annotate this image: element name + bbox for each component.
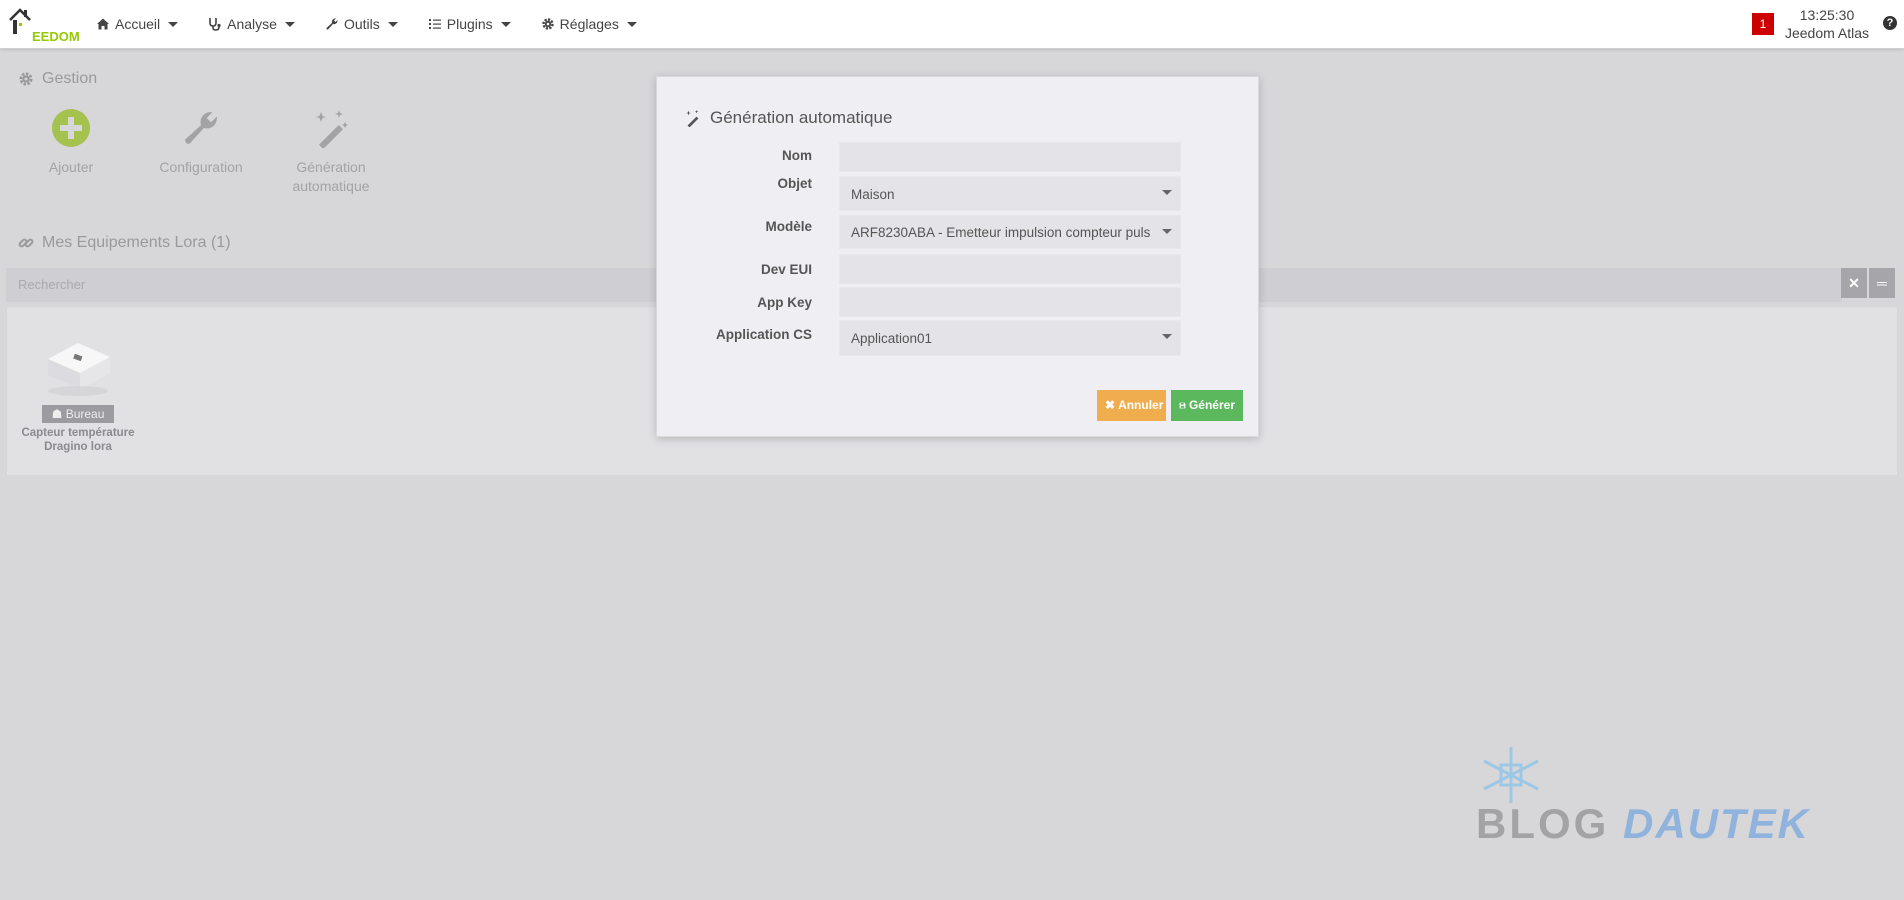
tile-ajouter[interactable]: Ajouter [16,108,126,177]
top-navbar: EEDOM Accueil Analyse Outils Plugins Rég… [0,0,1904,49]
house-logo-icon [9,8,31,34]
nom-input[interactable] [839,142,1181,172]
menu-analyse[interactable]: Analyse [208,16,295,32]
cancel-button[interactable]: ✖ Annuler [1097,390,1166,421]
equipments-header: Mes Equipements Lora (1) [18,234,231,252]
wrench-icon [185,112,217,144]
objet-label: Objet [777,176,812,191]
field-modele: Modèle ARF8230ABA - Emetteur impulsion c… [657,215,1258,249]
current-time: 13:25:30 [1799,7,1855,23]
clear-search-button[interactable]: ✕ [1841,268,1867,298]
menu-outils-label: Outils [343,16,380,32]
modal-title: Génération automatique [710,108,893,127]
gestion-header: Gestion [18,70,97,88]
chevron-down-icon [626,21,637,27]
equipment-name-line2: Dragino lora [44,441,112,453]
menu-reglages-label: Réglages [559,16,619,32]
modal-header: Génération automatique [684,108,892,128]
system-name: Jeedom Atlas [1784,25,1870,41]
list-icon [428,19,441,29]
application-cs-value: Application01 [851,331,933,346]
chevron-down-icon [284,21,295,27]
equipment-name-line1: Capteur température [21,427,135,439]
generate-label: Générer [1188,398,1235,412]
objet-value: Maison [851,187,895,202]
stethoscope-icon [209,18,221,31]
wrench-icon [326,18,338,30]
menu-plugins[interactable]: Plugins [428,16,511,32]
gear-icon [541,18,554,30]
menu-reglages[interactable]: Réglages [541,16,637,32]
save-icon [1179,402,1186,409]
magic-wand-icon [686,109,699,127]
menu-plugins-label: Plugins [446,16,493,32]
tile-generation-label-2: automatique [292,178,370,194]
field-nom: Nom [657,142,1258,172]
equipment-card[interactable]: ☗ Bureau Capteur température Dragino lor… [13,329,143,454]
jeedom-logo[interactable]: EEDOM [8,6,80,44]
generate-button[interactable]: Générer [1171,390,1243,421]
menu-accueil-label: Accueil [115,16,161,32]
menu-accueil[interactable]: Accueil [96,16,179,32]
application-cs-label: Application CS [715,327,812,342]
tile-ajouter-label: Ajouter [48,159,94,175]
help-icon[interactable]: ? [1883,16,1897,30]
chevron-down-icon [500,21,511,27]
main-menu: Accueil Analyse Outils Plugins Réglages [96,0,667,48]
equipment-name: Capteur température Dragino lora [13,426,143,454]
magic-wand-icon [316,110,348,148]
close-icon: ✖ [1105,398,1116,412]
field-dev-eui: Dev EUI [657,254,1258,284]
device-image [48,343,110,396]
search-placeholder: Rechercher [18,277,86,292]
tile-configuration-label: Configuration [159,159,243,175]
dev-eui-label: Dev EUI [760,262,812,277]
field-app-key: App Key [657,287,1258,317]
tile-configuration[interactable]: Configuration [146,108,256,177]
link-icon [18,238,34,248]
field-objet: Objet Maison [657,176,1258,211]
notification-badge[interactable]: 1 [1752,13,1774,35]
chevron-down-icon [387,21,398,27]
modele-select[interactable]: ARF8230ABA - Emetteur impulsion compteur… [839,215,1181,249]
snowflake-logo-icon [1483,747,1539,803]
home-icon [97,18,109,30]
gear-icon [19,72,33,86]
tile-generation-label-1: Génération [296,159,366,175]
watermark: BLOG DAUTEK [1476,800,1810,848]
gestion-title: Gestion [42,70,98,87]
watermark-blog: BLOG [1476,800,1610,847]
object-badge: ☗ Bureau [41,405,115,423]
badge-label: Bureau [65,407,105,421]
clock-display: 13:25:30 Jeedom Atlas [1782,6,1872,42]
tile-generation-automatique[interactable]: Génération automatique [276,108,386,196]
equipments-title: Mes Equipements Lora (1) [42,234,231,251]
chevron-down-icon [168,21,179,27]
objet-select[interactable]: Maison [839,176,1181,211]
app-key-label: App Key [757,295,812,310]
modele-label: Modèle [765,219,812,234]
nom-label: Nom [782,148,812,163]
application-cs-select[interactable]: Application01 [839,320,1181,356]
dev-eui-input[interactable] [839,254,1181,284]
toggle-view-button[interactable]: ═ [1869,268,1895,298]
watermark-dautek: DAUTEK [1623,800,1810,847]
plus-circle-icon [52,109,90,147]
cancel-label: Annuler [1118,398,1164,412]
menu-outils[interactable]: Outils [325,16,398,32]
modele-value: ARF8230ABA - Emetteur impulsion compteur… [851,225,1151,240]
badge-icon: ☗ [51,407,63,421]
field-application-cs: Application CS Application01 [657,320,1258,356]
app-key-input[interactable] [839,287,1181,317]
generation-modal: Génération automatique Nom Objet Maison … [656,76,1259,437]
menu-analyse-label: Analyse [227,16,277,32]
logo-text: EEDOM [32,29,80,44]
